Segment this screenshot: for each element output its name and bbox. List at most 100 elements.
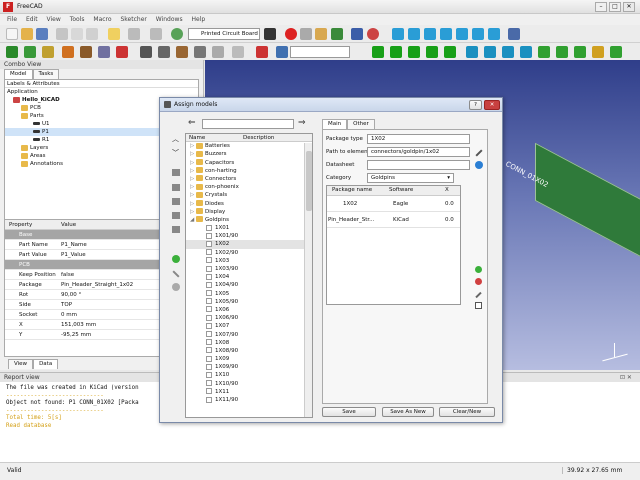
- scrollbar-thumb[interactable]: [306, 151, 312, 211]
- part-union-icon[interactable]: [466, 46, 478, 58]
- minimize-button[interactable]: –: [595, 2, 607, 12]
- table-row[interactable]: Pin_Header_Str... KiCad 0.0: [327, 212, 460, 228]
- category-item[interactable]: ▷ Diodes: [186, 200, 312, 208]
- list-scrollbar[interactable]: [304, 143, 312, 417]
- copy-icon[interactable]: [71, 28, 83, 40]
- list-item[interactable]: 1X11: [186, 388, 312, 396]
- part-section-icon[interactable]: [520, 46, 532, 58]
- checkbox[interactable]: [206, 380, 212, 387]
- list-item[interactable]: 1X06: [186, 306, 312, 314]
- datasheet-input[interactable]: [367, 160, 470, 170]
- tab-other[interactable]: Other: [347, 119, 375, 129]
- part-fillet-icon[interactable]: [592, 46, 604, 58]
- checkbox[interactable]: [206, 290, 212, 297]
- back-arrow-icon[interactable]: ⇐: [188, 119, 196, 128]
- checkbox[interactable]: [206, 306, 212, 313]
- view-front-icon[interactable]: [408, 28, 420, 40]
- pcb-path-icon[interactable]: [42, 46, 54, 58]
- close-window-button[interactable]: ✕: [623, 2, 635, 12]
- edit-model-icon[interactable]: [172, 270, 180, 278]
- workbench-selector[interactable]: Printed Circuit Board: [188, 28, 260, 40]
- folder-move-icon[interactable]: [172, 212, 180, 219]
- stop-macro-icon[interactable]: [300, 28, 312, 40]
- package-type-input[interactable]: 1X02: [367, 134, 470, 144]
- list-item[interactable]: 1X02: [186, 240, 312, 249]
- add-row-icon[interactable]: [475, 266, 482, 273]
- redo-icon[interactable]: [150, 28, 162, 40]
- category-item[interactable]: ▷ con-phoenix: [186, 183, 312, 191]
- list-item[interactable]: 1X11/90: [186, 396, 312, 404]
- list-item[interactable]: 1X10: [186, 371, 312, 379]
- tab-tasks[interactable]: Tasks: [32, 69, 60, 79]
- view-top-icon[interactable]: [424, 28, 436, 40]
- pcb-board-icon[interactable]: [6, 46, 18, 58]
- view-bottom-icon[interactable]: [472, 28, 484, 40]
- menu-file[interactable]: File: [7, 14, 17, 25]
- part-extrude-icon[interactable]: [538, 46, 550, 58]
- tab-view[interactable]: View: [8, 359, 34, 369]
- pcb-explode-icon[interactable]: [158, 46, 170, 58]
- cut-icon[interactable]: [56, 28, 68, 40]
- folder-copy-icon[interactable]: [172, 226, 180, 233]
- tree-application[interactable]: Application: [5, 88, 198, 96]
- list-item[interactable]: 1X10/90: [186, 380, 312, 388]
- checkbox[interactable]: [206, 322, 212, 329]
- part-cone-icon[interactable]: [426, 46, 438, 58]
- part-sphere-icon[interactable]: [408, 46, 420, 58]
- list-item[interactable]: 1X08/90: [186, 347, 312, 355]
- part-cylinder-icon[interactable]: [390, 46, 402, 58]
- part-mirror-icon[interactable]: [574, 46, 586, 58]
- list-item[interactable]: 1X01: [186, 224, 312, 232]
- layer-selector[interactable]: [290, 46, 350, 58]
- pcb-mirror-icon[interactable]: [276, 46, 288, 58]
- part-torus-icon[interactable]: [444, 46, 456, 58]
- checkbox[interactable]: [206, 388, 212, 395]
- save-button[interactable]: Save: [322, 407, 376, 417]
- view-rear-icon[interactable]: [456, 28, 468, 40]
- list-item[interactable]: 1X01/90: [186, 232, 312, 240]
- category-item[interactable]: ▷ Connectors: [186, 175, 312, 183]
- dialog-help-button[interactable]: ?: [469, 100, 482, 110]
- menu-tools[interactable]: Tools: [70, 14, 85, 25]
- fit-all-icon[interactable]: [351, 28, 363, 40]
- checkbox[interactable]: [206, 224, 212, 231]
- pcb-dimension-icon[interactable]: [194, 46, 206, 58]
- list-item[interactable]: 1X04: [186, 273, 312, 281]
- category-item[interactable]: ▷ con-harting: [186, 167, 312, 175]
- refresh-icon[interactable]: [171, 28, 183, 40]
- checkbox[interactable]: [206, 396, 212, 403]
- pcb-cut-icon[interactable]: [98, 46, 110, 58]
- checkbox[interactable]: [206, 355, 212, 362]
- checkbox[interactable]: [206, 363, 212, 370]
- record-macro-icon[interactable]: [285, 28, 297, 40]
- checkbox[interactable]: [206, 265, 212, 272]
- checkbox[interactable]: [206, 371, 212, 378]
- pcb-annotation-icon[interactable]: [176, 46, 188, 58]
- open-file-icon[interactable]: [21, 28, 33, 40]
- measure-icon[interactable]: [508, 28, 520, 40]
- list-item[interactable]: 1X04/90: [186, 281, 312, 289]
- menu-view[interactable]: View: [47, 14, 61, 25]
- run-macro-icon[interactable]: [331, 28, 343, 40]
- collapse-up-icon[interactable]: ︿: [172, 134, 179, 144]
- view-axo-icon[interactable]: [392, 28, 404, 40]
- undo-icon[interactable]: [128, 28, 140, 40]
- paste-icon[interactable]: [86, 28, 98, 40]
- menu-sketcher[interactable]: Sketcher: [120, 14, 146, 25]
- category-item[interactable]: ▷ Buzzers: [186, 150, 312, 158]
- dialog-close-button[interactable]: ✕: [484, 100, 500, 110]
- category-item[interactable]: ▷ Batteries: [186, 142, 312, 150]
- folder-remove-icon[interactable]: [172, 184, 180, 191]
- whats-this-icon[interactable]: [108, 28, 120, 40]
- list-item[interactable]: 1X09: [186, 355, 312, 363]
- folder-add-icon[interactable]: [172, 169, 180, 176]
- folder-edit-icon[interactable]: [172, 198, 180, 205]
- list-item[interactable]: 1X03: [186, 257, 312, 265]
- list-item[interactable]: 1X05: [186, 290, 312, 298]
- add-model-icon[interactable]: [172, 255, 180, 263]
- menu-macro[interactable]: Macro: [93, 14, 111, 25]
- list-item[interactable]: 1X07/90: [186, 331, 312, 339]
- part-cut-icon[interactable]: [484, 46, 496, 58]
- save-icon[interactable]: [36, 28, 48, 40]
- expand-down-icon[interactable]: ﹀: [172, 148, 179, 158]
